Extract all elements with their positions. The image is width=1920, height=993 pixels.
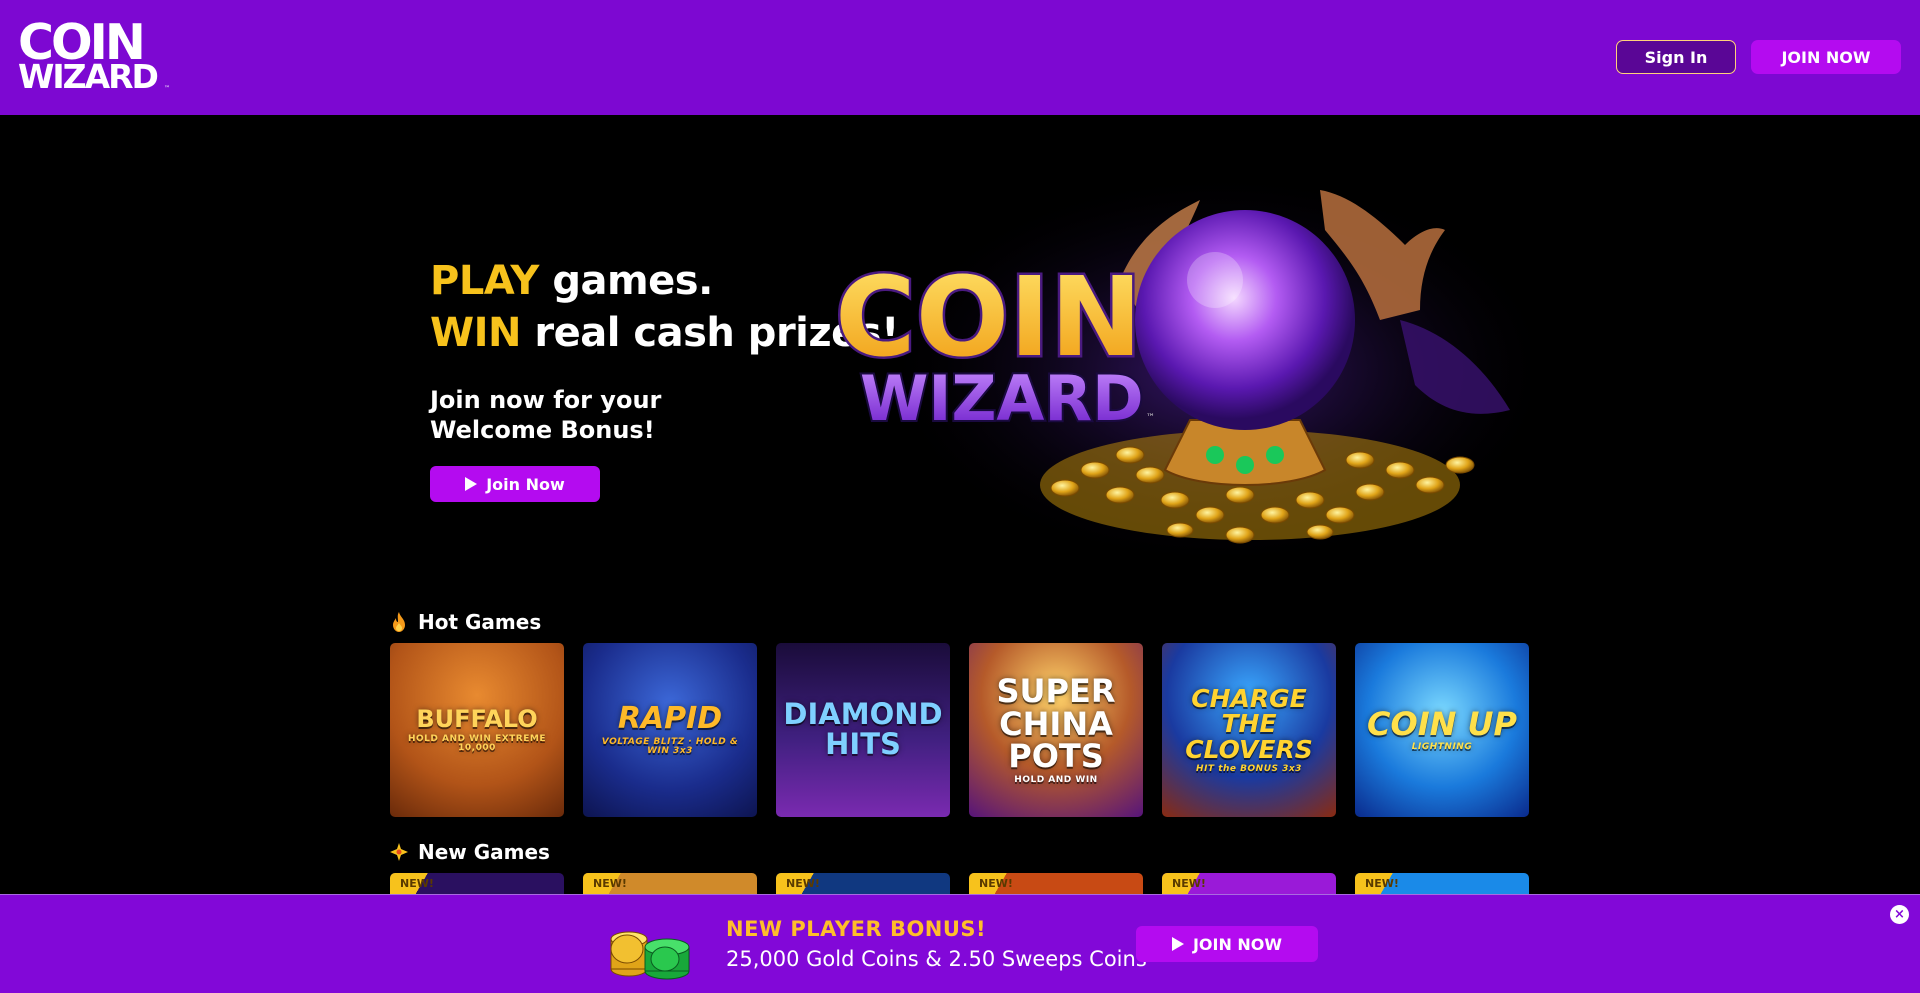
game-tile-charge-the-clovers[interactable]: CHARGE THE CLOVERS HIT the BONUS 3x3 — [1162, 643, 1336, 817]
new-game-tile[interactable]: NEW! — [1355, 873, 1529, 895]
new-game-tile[interactable]: NEW! — [583, 873, 757, 895]
new-player-bonus-banner: NEW PLAYER BONUS! 25,000 Gold Coins & 2.… — [0, 894, 1920, 993]
game-tile-buffalo[interactable]: BUFFALO HOLD AND WIN EXTREME 10,000 — [390, 643, 564, 817]
new-badge: NEW! — [776, 873, 832, 895]
play-highlight: PLAY — [430, 258, 539, 304]
new-badge: NEW! — [1355, 873, 1411, 895]
game-title-buffalo: BUFFALO — [416, 705, 538, 734]
game-tile-title: SUPER CHINA POTS HOLD AND WIN — [969, 675, 1143, 785]
new-badge: NEW! — [1162, 873, 1218, 895]
join-now-banner-button[interactable]: JOIN NOW — [1136, 926, 1318, 962]
game-title-coin-up: COIN UP — [1367, 704, 1517, 743]
play-icon — [465, 477, 478, 491]
game-tile-title: BUFFALO HOLD AND WIN EXTREME 10,000 — [390, 707, 564, 753]
hot-games-title: Hot Games — [418, 610, 542, 634]
join-now-header-button[interactable]: JOIN NOW — [1751, 40, 1901, 74]
sparkle-icon — [390, 842, 408, 862]
game-subtitle-coin-up: LIGHTNING — [1411, 742, 1473, 753]
game-title-super-china-pots: SUPER CHINA POTS — [996, 671, 1116, 776]
new-game-tile[interactable]: NEW! — [1162, 873, 1336, 895]
join-now-hero-button[interactable]: Join Now — [430, 466, 600, 502]
hero-art-logo-wizard: WIZARD — [860, 362, 1144, 435]
pedestal-gem-left — [1206, 446, 1224, 464]
new-badge: NEW! — [390, 873, 446, 895]
game-title-rapid: RAPID — [617, 701, 723, 737]
new-badge: NEW! — [583, 873, 639, 895]
game-title-charge-the-clovers: CHARGE THE CLOVERS — [1185, 683, 1313, 764]
join-now-hero-label: Join Now — [486, 474, 565, 494]
new-badge: NEW! — [969, 873, 1025, 895]
hot-games-grid: BUFFALO HOLD AND WIN EXTREME 10,000 RAPID… — [390, 643, 1529, 817]
coin-wizard-logo[interactable]: COIN WIZARD ™ — [18, 18, 170, 94]
crystal-ball — [1135, 210, 1355, 430]
pedestal-gem-right — [1266, 446, 1284, 464]
game-tile-title: COIN UP LIGHTNING — [1359, 704, 1525, 753]
game-tile-super-china-pots[interactable]: SUPER CHINA POTS HOLD AND WIN — [969, 643, 1143, 817]
new-games-grid: NEW! NEW! NEW! NEW! NEW! NEW! — [390, 873, 1529, 895]
coin-stack-icon — [610, 931, 690, 980]
hero-crystal-ball-illustration: COIN WIZARD ™ — [833, 170, 1530, 570]
top-header: COIN WIZARD ™ Sign In JOIN NOW — [0, 0, 1920, 115]
game-tile-title: DIAMOND HITS — [776, 700, 950, 759]
banner-subtitle: 25,000 Gold Coins & 2.50 Sweeps Coins — [726, 947, 1147, 971]
game-subtitle-super-china-pots: HOLD AND WIN — [1014, 774, 1098, 785]
banner-title: NEW PLAYER BONUS! — [726, 917, 987, 941]
game-tile-rapid[interactable]: RAPID VOLTAGE BLITZ · HOLD & WIN 3x3 — [583, 643, 757, 817]
crystal-ball-highlight — [1187, 252, 1243, 308]
fire-icon — [390, 612, 408, 632]
sign-in-button[interactable]: Sign In — [1616, 40, 1736, 74]
new-game-tile[interactable]: NEW! — [776, 873, 950, 895]
hero-art-trademark: ™ — [1146, 413, 1155, 423]
game-subtitle-rapid: VOLTAGE BLITZ · HOLD & WIN 3x3 — [601, 736, 739, 756]
game-tile-title: RAPID VOLTAGE BLITZ · HOLD & WIN 3x3 — [583, 701, 757, 756]
win-highlight: WIN — [430, 310, 521, 356]
play-icon — [1171, 937, 1184, 951]
game-tile-title: CHARGE THE CLOVERS HIT the BONUS 3x3 — [1162, 683, 1336, 775]
hot-games-heading: Hot Games — [390, 610, 541, 634]
close-banner-icon[interactable]: × — [1890, 905, 1909, 924]
game-tile-coin-up[interactable]: COIN UP LIGHTNING — [1355, 643, 1529, 817]
join-now-banner-label: JOIN NOW — [1192, 934, 1283, 954]
new-game-tile[interactable]: NEW! — [390, 873, 564, 895]
game-title-diamond-hits: DIAMOND HITS — [783, 697, 943, 761]
game-subtitle-buffalo: HOLD AND WIN EXTREME 10,000 — [408, 733, 546, 753]
logo-line-2: WIZARD — [18, 57, 159, 96]
logo-trademark: ™ — [164, 85, 170, 92]
game-tile-diamond-hits[interactable]: DIAMOND HITS — [776, 643, 950, 817]
new-games-heading: New Games — [390, 840, 550, 864]
game-subtitle-charge-the-clovers: HIT the BONUS 3x3 — [1196, 764, 1302, 775]
games-text: games. — [538, 258, 713, 304]
new-games-title: New Games — [418, 840, 550, 864]
pedestal-gem-center — [1236, 456, 1254, 474]
new-game-tile[interactable]: NEW! — [969, 873, 1143, 895]
